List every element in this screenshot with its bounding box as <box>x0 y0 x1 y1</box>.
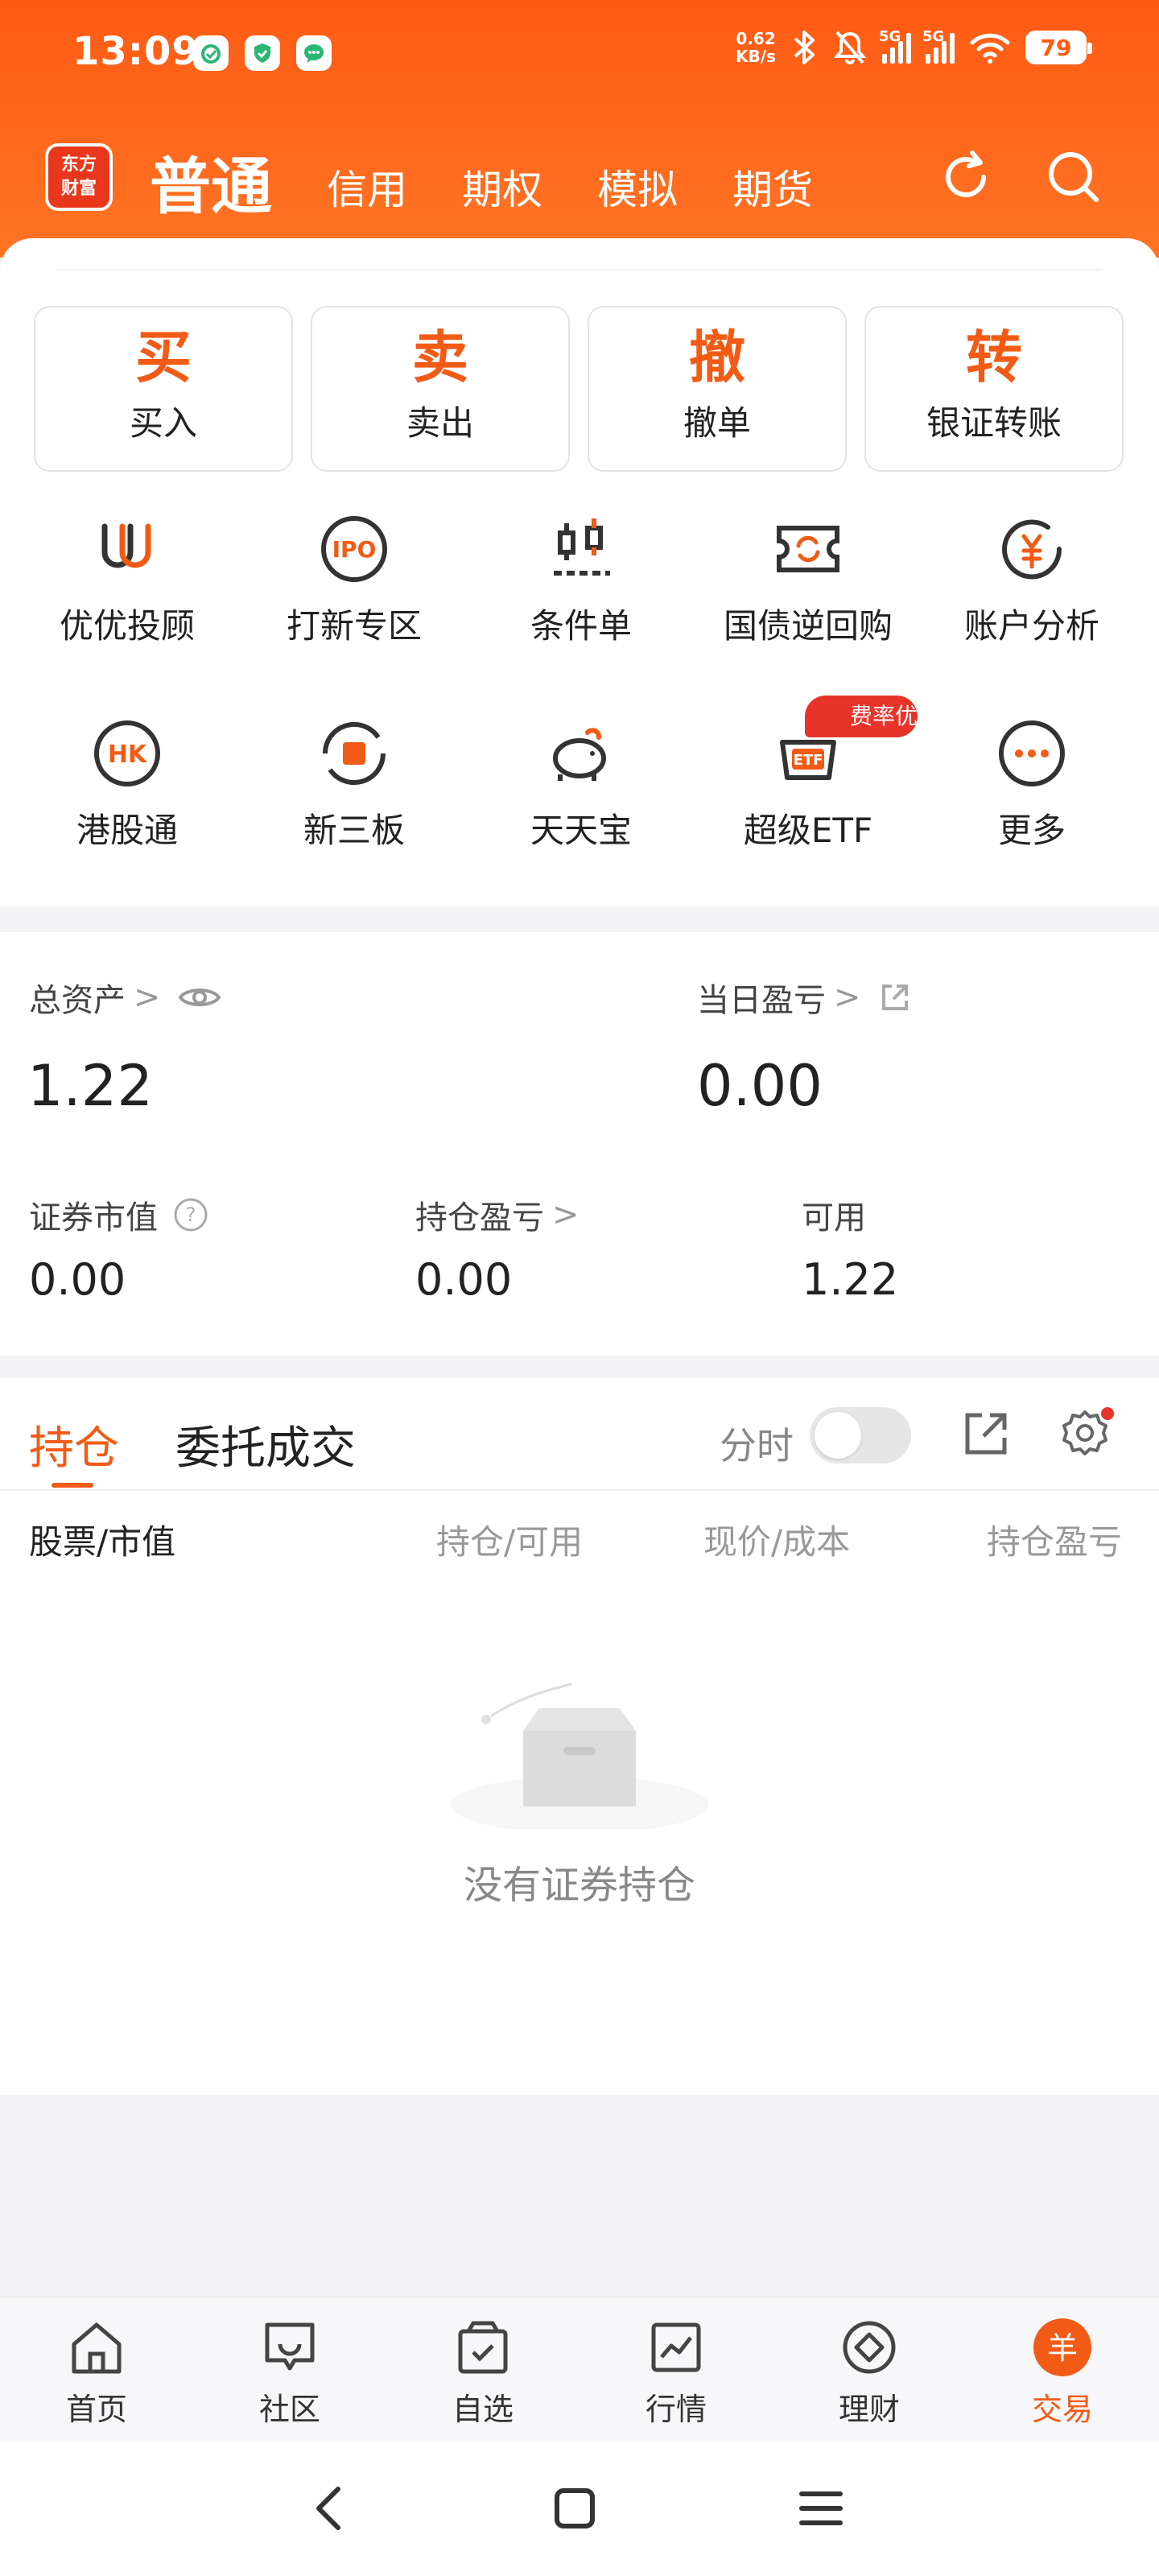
ipo-icon: IPO <box>321 516 387 582</box>
positions-panel: 持仓 委托成交 分时 股票/市值 持仓/可用 现价/成本 持仓盈亏 没有证券持仓 <box>0 1378 1159 2095</box>
bottom-tab-community[interactable]: 社区 <box>209 2315 370 2429</box>
app-header: 13:09 0.62 KB/s 5G 5G 79 东方 财富 普通 信用 期权 … <box>0 0 1159 258</box>
chat-app-icon <box>296 35 332 71</box>
wifi-icon <box>970 33 1010 64</box>
market-icon <box>651 2322 701 2372</box>
settings-icon[interactable] <box>1054 1402 1116 1463</box>
tab-normal[interactable]: 普通 <box>150 137 272 225</box>
bottom-tab-watchlist[interactable]: 自选 <box>402 2315 563 2429</box>
refresh-icon[interactable] <box>934 145 998 209</box>
tab-orders-trades[interactable]: 委托成交 <box>175 1412 356 1477</box>
tab-credit[interactable]: 信用 <box>327 158 407 216</box>
tab-simulation[interactable]: 模拟 <box>597 158 678 216</box>
status-indicators: 0.62 KB/s 5G 5G 79 <box>736 28 1092 66</box>
wealth-icon <box>843 2321 896 2374</box>
market-value-label: 证券市值 ? <box>29 1191 209 1238</box>
total-assets-value: 1.22 <box>27 1053 153 1119</box>
position-pl-value: 0.00 <box>415 1254 513 1305</box>
timeshare-toggle[interactable] <box>810 1407 911 1463</box>
conditional-order-icon <box>554 518 610 576</box>
menu-icon[interactable] <box>797 2484 845 2533</box>
svg-text:IPO: IPO <box>332 536 377 563</box>
sell-button[interactable]: 卖 卖出 <box>311 306 570 472</box>
service-more[interactable]: 更多 <box>916 713 1148 866</box>
tab-options[interactable]: 期权 <box>462 158 542 216</box>
hk-connect-icon: HK <box>94 720 160 786</box>
app-logo: 东方 财富 <box>45 143 113 211</box>
chevron-right-icon: > <box>834 979 861 1016</box>
asset-summary: 总资产 > 1.22 当日盈亏 > 0.00 证券市值 ? 0.00 持仓盈亏 … <box>0 932 1159 1356</box>
system-nav-bar <box>0 2441 1159 2576</box>
col-holding-available: 持仓/可用 <box>436 1522 584 1562</box>
home-icon <box>72 2322 122 2374</box>
svg-text:ETF: ETF <box>794 752 823 769</box>
cancel-order-button[interactable]: 撤 撤单 <box>588 306 847 472</box>
daily-pl-link[interactable]: 当日盈亏 > <box>697 974 913 1021</box>
position-pl-link[interactable]: 持仓盈亏 > <box>415 1191 580 1238</box>
market-value: 0.00 <box>29 1254 126 1305</box>
service-hk-connect[interactable]: HK 港股通 <box>11 713 243 866</box>
service-neeq[interactable]: 新三板 <box>238 713 470 866</box>
signal-icon-2: 5G <box>922 28 955 64</box>
search-icon[interactable] <box>1041 145 1106 209</box>
bank-transfer-button[interactable]: 转 银证转账 <box>864 306 1124 472</box>
export-icon[interactable] <box>959 1407 1013 1460</box>
timeshare-label: 分时 <box>720 1424 794 1468</box>
watchlist-icon <box>458 2321 508 2374</box>
uu-advisor-icon <box>101 523 151 568</box>
empty-holdings-message: 没有证券持仓 <box>463 1863 695 1908</box>
svg-text:HK: HK <box>108 741 148 769</box>
service-bond-repo[interactable]: 国债逆回购 <box>692 509 924 662</box>
service-account-analysis[interactable]: 账户分析 <box>916 509 1148 662</box>
buy-button[interactable]: 买 买入 <box>34 306 293 472</box>
bottom-tab-home[interactable]: 首页 <box>16 2315 177 2429</box>
empty-box-illustration <box>451 1682 708 1829</box>
security-app-icon <box>245 35 280 71</box>
bottom-tab-market[interactable]: 行情 <box>596 2315 757 2429</box>
fee-promo-badge: 费率优 <box>805 696 918 737</box>
back-icon[interactable] <box>306 2483 354 2534</box>
status-bar: 13:09 0.62 KB/s 5G 5G 79 <box>0 0 1159 105</box>
service-uu-advisor[interactable]: 优优投顾 <box>11 509 243 662</box>
total-assets-link[interactable]: 总资产 > <box>29 974 222 1021</box>
account-type-nav: 东方 财富 普通 信用 期权 模拟 期货 <box>0 129 1159 225</box>
available-value: 1.22 <box>802 1254 899 1305</box>
daily-pl-value: 0.00 <box>697 1053 823 1119</box>
svg-text:?: ? <box>186 1203 196 1226</box>
bottom-nav: 首页 社区 自选 行情 理财 羊 交易 <box>0 2296 1159 2441</box>
col-stock-market-value: 股票/市值 <box>29 1522 176 1562</box>
account-analysis-icon <box>1002 519 1062 580</box>
available-label: 可用 <box>802 1199 866 1236</box>
col-position-pl: 持仓盈亏 <box>987 1522 1123 1562</box>
more-icon <box>999 720 1065 786</box>
trade-panel: 买 买入 卖 卖出 撤 撤单 转 银证转账 优优投顾 IPO 打新专区 条件单 … <box>0 238 1159 906</box>
chevron-right-icon: > <box>134 979 161 1016</box>
bottom-tab-wealth[interactable]: 理财 <box>789 2315 950 2429</box>
chevron-right-icon: > <box>552 1196 580 1233</box>
home-square-icon[interactable] <box>551 2484 599 2533</box>
eye-icon[interactable] <box>177 983 222 1012</box>
neeq-icon <box>322 721 386 786</box>
bluetooth-icon <box>794 31 815 64</box>
service-conditional-order[interactable]: 条件单 <box>465 509 697 662</box>
share-icon[interactable] <box>877 980 913 1015</box>
svg-text:羊: 羊 <box>1047 2330 1078 2366</box>
battery-icon: 79 <box>1025 31 1092 64</box>
community-icon <box>265 2322 315 2371</box>
service-ipo[interactable]: IPO 打新专区 <box>238 509 470 662</box>
service-piggy-bank[interactable]: 天天宝 <box>465 713 697 866</box>
piggy-bank-icon <box>553 728 606 781</box>
shield-app-icon <box>193 35 229 71</box>
tab-holdings[interactable]: 持仓 <box>29 1412 119 1477</box>
mute-icon <box>833 31 867 64</box>
net-speed: 0.62 KB/s <box>736 29 776 66</box>
bottom-tab-trade[interactable]: 羊 交易 <box>982 2315 1143 2429</box>
status-time: 13:09 <box>72 29 200 74</box>
col-price-cost: 现价/成本 <box>703 1522 851 1562</box>
signal-icon: 5G <box>879 28 911 64</box>
bond-repo-icon <box>777 526 839 572</box>
help-icon[interactable]: ? <box>172 1196 209 1233</box>
tab-futures[interactable]: 期货 <box>732 158 813 216</box>
trade-icon: 羊 <box>1033 2318 1091 2376</box>
